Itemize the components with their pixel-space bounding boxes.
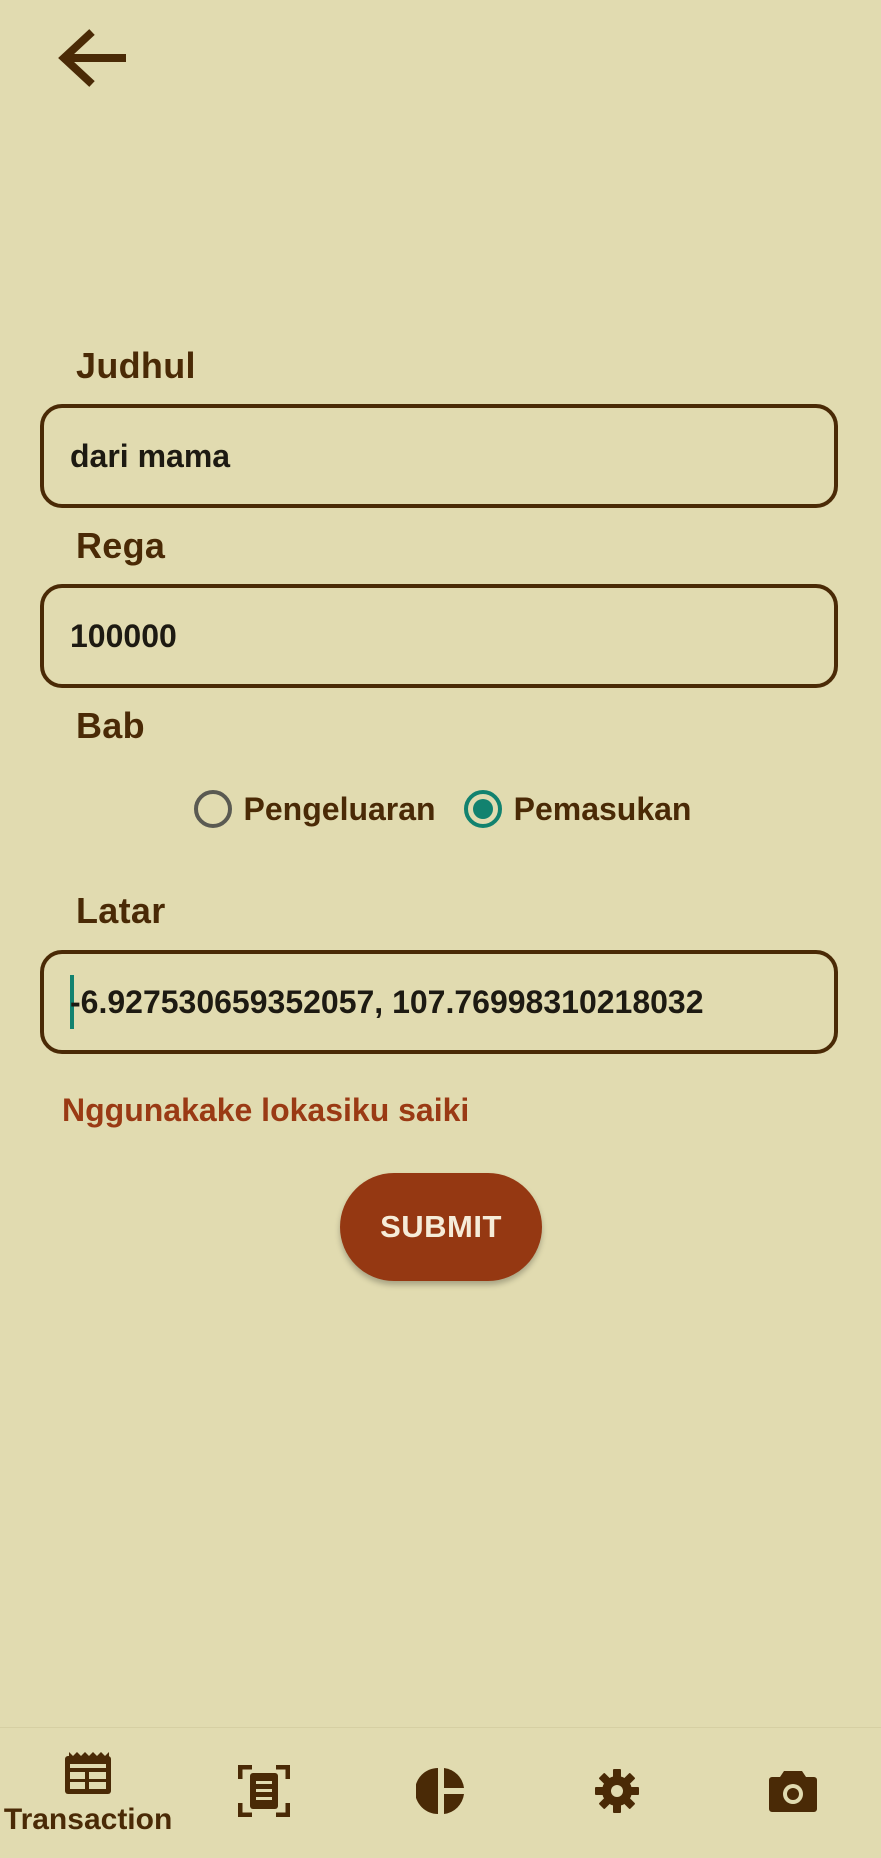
category-label: Bab: [76, 705, 145, 746]
arrow-left-icon: [54, 18, 134, 103]
radio-selected-icon: [463, 790, 502, 828]
price-label: Rega: [76, 525, 166, 566]
radio-label: Pemasukan: [513, 790, 692, 827]
nav-item-camera[interactable]: [705, 1728, 881, 1858]
nav-item-statistics[interactable]: [352, 1728, 528, 1858]
nav-item-transaction[interactable]: Transaction: [0, 1728, 176, 1858]
title-field[interactable]: dari mama: [40, 404, 838, 508]
radio-label: Pengeluaran: [243, 790, 436, 827]
bottom-navigation: Transaction: [0, 1727, 881, 1858]
receipt-scan-icon: [237, 1764, 291, 1822]
price-field[interactable]: 100000: [40, 584, 838, 688]
submit-button[interactable]: SUBMIT: [340, 1173, 542, 1281]
title-value: dari mama: [70, 437, 231, 474]
gear-icon: [593, 1767, 641, 1820]
nav-item-scan-receipt[interactable]: [176, 1728, 352, 1858]
radio-option-pengeluaran[interactable]: Pengeluaran: [190, 790, 436, 828]
price-value: 100000: [70, 617, 177, 654]
back-button[interactable]: [48, 14, 140, 106]
use-current-location-link[interactable]: Nggunakake lokasiku saiki: [62, 1092, 469, 1129]
title-label: Judhul: [76, 345, 196, 386]
location-field[interactable]: -6.927530659352057, 107.76998310218032: [40, 950, 838, 1054]
radio-unselected-icon: [193, 790, 232, 828]
nav-label-transaction: Transaction: [3, 1802, 173, 1836]
location-label: Latar: [76, 890, 166, 931]
radio-option-pemasukan[interactable]: Pemasukan: [460, 790, 692, 828]
location-value: -6.927530659352057, 107.76998310218032: [70, 983, 704, 1020]
pie-chart-icon: [414, 1766, 466, 1821]
transaction-icon: [63, 1750, 113, 1801]
category-radio-group: Pengeluaran Pemasukan: [0, 790, 881, 828]
nav-item-settings[interactable]: [529, 1728, 705, 1858]
camera-icon: [768, 1769, 818, 1818]
